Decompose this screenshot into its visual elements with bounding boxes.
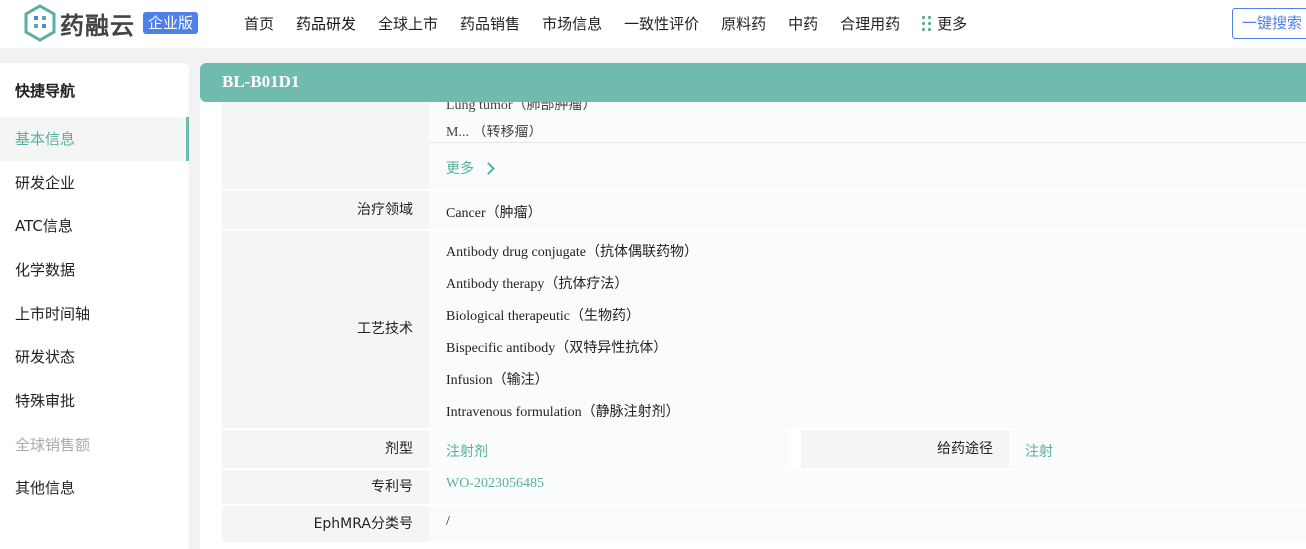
nav-item-drug-rd[interactable]: 药品研发 [296,13,356,34]
route-label: 给药途径 [801,430,1009,468]
divider [429,142,1306,143]
quick-search-button[interactable]: 一键搜索 [1232,8,1306,39]
route-value-link[interactable]: 注射 [1025,441,1053,461]
dosage-form-value-link[interactable]: 注射剂 [446,441,488,461]
nav-item-home[interactable]: 首页 [244,13,274,34]
more-label: 更多 [446,161,474,177]
patent-label: 专利号 [222,470,429,504]
technology-item: Bispecific antibody（双特异性抗体） [446,341,668,356]
nav-item-consistency[interactable]: 一致性评价 [624,13,699,34]
technology-item: Antibody drug conjugate（抗体偶联药物） [446,245,698,260]
nav-item-market-info[interactable]: 市场信息 [542,13,602,34]
technology-item: Intravenous formulation（静脉注射剂） [446,405,680,420]
nav-item-rational-use[interactable]: 合理用药 [840,13,900,34]
therapeutic-area-cell [429,191,1306,229]
nav-more[interactable]: 更多 [922,13,967,34]
sidebar-item-global-sales: 全球销售额 [15,436,91,454]
sidebar-item-timeline[interactable]: 上市时间轴 [0,292,189,336]
nav-item-global-launch[interactable]: 全球上市 [378,13,438,34]
sidebar-item-basic-info[interactable]: 基本信息 [0,117,189,161]
sidebar-item-rd-company[interactable]: 研发企业 [0,161,189,205]
dosage-form-label: 剂型 [222,430,429,468]
drug-title: BL-B01D1 [222,72,300,91]
main-nav: 首页 药品研发 全球上市 药品销售 市场信息 一致性评价 原料药 中药 合理用药… [244,0,989,46]
drug-header: BL-B01D1 [200,63,1306,102]
therapeutic-area-value: Cancer（肿瘤） [446,206,542,221]
main-panel: BL-B01D1 Lung tumor（肺部肿瘤） M... （转移瘤） 更多 … [200,63,1306,549]
patent-cell [429,470,1306,504]
route-cell [1009,430,1306,468]
sidebar-item-chemical-data[interactable]: 化学数据 [0,248,189,292]
technology-item: Infusion（输注） [446,373,549,388]
patent-value-link[interactable]: WO-2023056485 [446,476,544,492]
ephmra-label: EphMRA分类号 [222,506,429,542]
logo-text: 药融云 [60,11,135,40]
technology-item: Antibody therapy（抗体疗法） [446,277,629,292]
sidebar-item-rd-status[interactable]: 研发状态 [0,335,189,379]
therapeutic-area-label: 治疗领域 [222,191,429,229]
chevron-right-icon [482,161,495,175]
logo-icon [24,4,56,42]
grid-dots-icon [922,15,932,31]
sidebar-item-atc[interactable]: ATC信息 [0,204,189,248]
top-bar: 药融云 企业版 首页 药品研发 全球上市 药品销售 市场信息 一致性评价 原料药… [0,0,1306,48]
edition-badge: 企业版 [143,12,199,34]
nav-more-label: 更多 [937,14,968,33]
sidebar-item-other-info[interactable]: 其他信息 [0,466,189,510]
nav-item-tcm[interactable]: 中药 [788,13,818,34]
sidebar-title: 快捷导航 [15,82,76,100]
logo[interactable]: 药融云 企业版 [24,4,199,42]
nav-item-drug-sales[interactable]: 药品销售 [460,13,520,34]
technology-label: 工艺技术 [222,231,429,428]
sidebar-item-special-approval[interactable]: 特殊审批 [0,379,189,423]
more-indications-link[interactable]: 更多 [446,158,495,178]
nav-item-api[interactable]: 原料药 [721,13,766,34]
ephmra-cell [429,506,1306,542]
ephmra-value: / [446,514,450,529]
quick-nav-sidebar: 快捷导航 基本信息 研发企业 ATC信息 化学数据 上市时间轴 研发状态 特殊审… [0,63,189,549]
technology-item: Biological therapeutic（生物药） [446,309,641,324]
